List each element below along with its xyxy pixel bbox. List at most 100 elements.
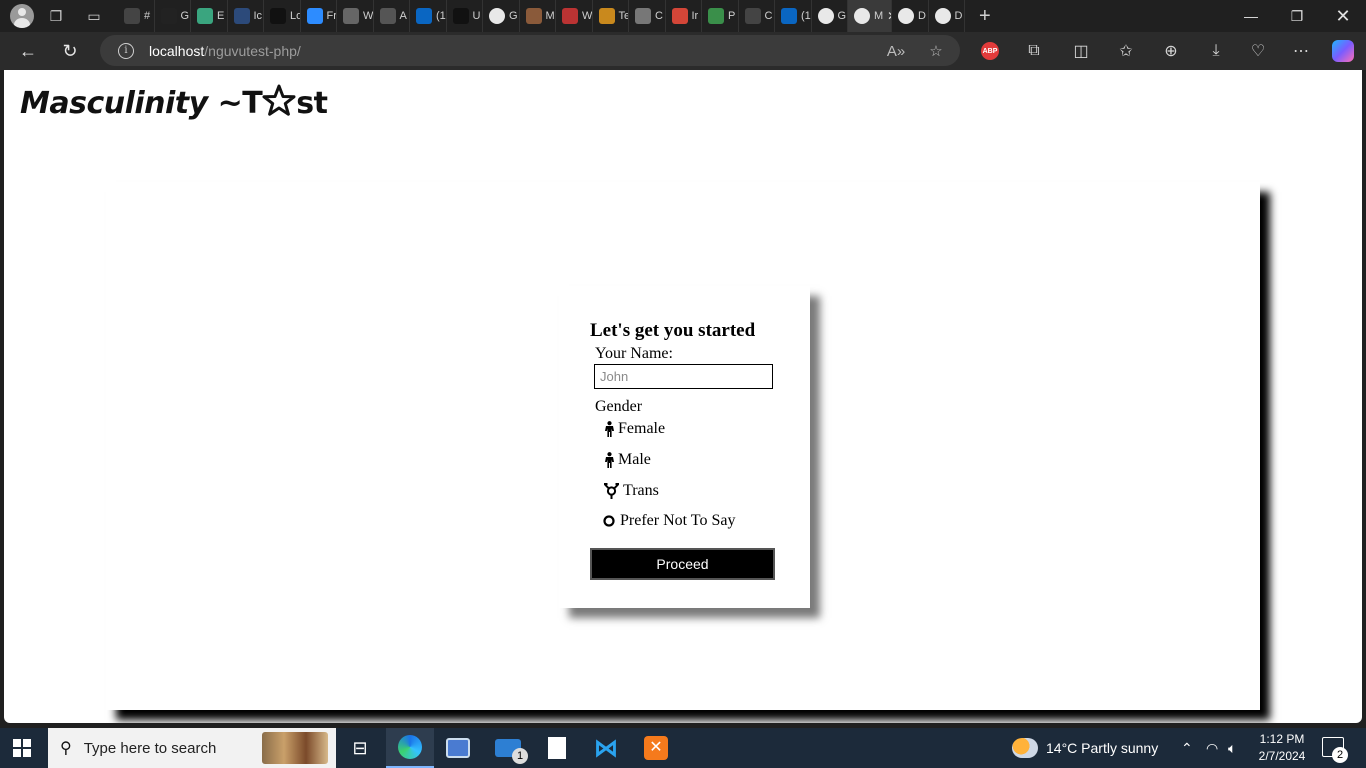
address-bar[interactable]: i localhost/nguvutest-php/ A» ☆ [100, 35, 960, 66]
gender-option-prefer-not-to-say[interactable]: Prefer Not To Say [602, 512, 735, 530]
browser-tab[interactable]: P [702, 0, 739, 32]
tab-title: P [728, 10, 736, 22]
browser-tab[interactable]: Ir [666, 0, 702, 32]
browser-tab[interactable]: # [118, 0, 155, 32]
code-icon [452, 8, 469, 24]
browser-tab[interactable]: A [374, 0, 410, 32]
browser-tab[interactable]: G [812, 0, 848, 32]
search-icon: ⚲ [60, 740, 72, 757]
tab-title: A [399, 10, 407, 22]
site-info-icon[interactable]: i [118, 42, 134, 59]
chatgpt-icon [197, 8, 213, 24]
gender-option-male[interactable]: Male [602, 451, 651, 469]
signup-form-card: Let's get you started Your Name: Gender … [559, 286, 810, 608]
favorite-star-icon[interactable]: ☆ [924, 39, 948, 63]
browser-tab[interactable]: G [483, 0, 520, 32]
github-icon [854, 8, 870, 24]
extensions-icon[interactable]: ⧉ [1019, 36, 1049, 66]
flag-icon [233, 8, 250, 24]
gender-option-trans[interactable]: Trans [602, 482, 659, 500]
windows-start-icon[interactable] [13, 739, 31, 757]
tab-title: E [217, 10, 225, 22]
read-aloud-icon[interactable]: A» [884, 39, 908, 63]
favorites-icon[interactable]: ✩ [1111, 36, 1141, 66]
workspaces-icon[interactable]: ❐ [42, 2, 70, 30]
taskbar-search[interactable]: ⚲ Type here to search [48, 728, 336, 768]
tab-title: M [545, 10, 555, 22]
remote-desktop-app-icon[interactable] [434, 728, 482, 768]
name-input[interactable] [594, 364, 773, 389]
downloads-icon[interactable]: ⤓ [1201, 36, 1231, 66]
settings-more-icon[interactable]: ⋯ [1286, 36, 1316, 66]
edge-app-icon[interactable] [386, 728, 434, 768]
browser-tab[interactable]: Fr [301, 0, 337, 32]
browser-tab[interactable]: C [739, 0, 775, 32]
tab-title: Te [618, 10, 629, 22]
volume-icon[interactable]: 🔈︎ [1228, 728, 1236, 768]
browser-tab[interactable]: W [337, 0, 374, 32]
tt-icon [160, 8, 177, 24]
browser-tab[interactable]: M [520, 0, 556, 32]
document-icon [343, 8, 359, 24]
browser-tab[interactable]: Te [593, 0, 629, 32]
back-icon[interactable]: ← [10, 35, 46, 67]
browser-tab[interactable]: W [556, 0, 593, 32]
notepad-app-icon[interactable] [533, 728, 581, 768]
tray-chevron-icon[interactable]: ⌃ [1181, 728, 1193, 768]
close-window-icon[interactable]: ✕ [1320, 0, 1366, 32]
gender-option-female[interactable]: Female [602, 420, 665, 438]
browser-tab[interactable]: G [155, 0, 191, 32]
proceed-button[interactable]: Proceed [590, 548, 775, 580]
taskbar-clock[interactable]: 1:12 PM 2/7/2024 [1252, 731, 1312, 765]
minimize-icon[interactable]: — [1228, 0, 1274, 32]
tab-title: W [363, 10, 374, 22]
xampp-app-icon[interactable]: ✕ [632, 728, 680, 768]
person-icon [602, 452, 616, 468]
browser-tab[interactable]: Lo [264, 0, 301, 32]
clock-date: 2/7/2024 [1258, 749, 1306, 763]
browser-tab[interactable]: D [892, 0, 929, 32]
tab-title: (1 [436, 10, 446, 22]
vscode-app-icon[interactable]: ⋈ [582, 728, 630, 768]
weather-text: 14°C Partly sunny [1046, 740, 1159, 756]
browser-tab[interactable]: C [629, 0, 666, 32]
browser-essentials-icon[interactable]: ♡ [1243, 36, 1273, 66]
wifi-icon[interactable]: ◠ [1206, 728, 1218, 768]
adblock-extension-icon[interactable]: ABP [975, 36, 1005, 66]
tab-actions-icon[interactable]: ▭ [80, 2, 108, 30]
weather-icon [1012, 738, 1038, 758]
browser-tab[interactable]: U [447, 0, 483, 32]
browser-tab[interactable]: (1 [410, 0, 447, 32]
pdf-icon [562, 8, 578, 24]
refresh-icon[interactable]: ↻ [52, 35, 88, 67]
clock-time: 1:12 PM [1259, 732, 1305, 746]
pinwheel-icon [708, 8, 724, 24]
page-viewport: Masculinity ~T st Let's get you started Y… [4, 70, 1362, 723]
gmail-icon [671, 8, 688, 24]
tab-title: D [954, 10, 963, 22]
browser-tab[interactable]: Ic [228, 0, 264, 32]
browser-tab[interactable]: (1 [775, 0, 812, 32]
url-text[interactable]: localhost/nguvutest-php/ [149, 43, 301, 59]
taskbar-search-placeholder: Type here to search [83, 739, 217, 757]
circle-icon [602, 515, 616, 527]
gender-option-label: Prefer Not To Say [620, 512, 736, 529]
github-icon [489, 8, 505, 24]
browser-tab[interactable]: D [929, 0, 965, 32]
weather-widget[interactable]: 14°C Partly sunny [1012, 728, 1158, 768]
mail-app-icon[interactable]: 1 [484, 728, 532, 768]
split-screen-icon[interactable]: ◫ [1066, 36, 1096, 66]
windows-taskbar: ⚲ Type here to search ⊟ 1 ⋈ ✕ 14°C Partl… [0, 728, 1366, 768]
copilot-icon[interactable] [1328, 36, 1358, 66]
browser-tab[interactable]: E [191, 0, 228, 32]
task-view-icon[interactable]: ⊟ [336, 728, 384, 768]
star-coin-icon [598, 8, 615, 24]
restore-icon[interactable]: ❐ [1274, 0, 1320, 32]
gender-label: Gender [595, 398, 643, 415]
content-panel: Let's get you started Your Name: Gender … [106, 182, 1260, 710]
new-tab-icon[interactable]: + [979, 5, 1001, 28]
tab-title: Lo [290, 10, 300, 22]
collections-icon[interactable]: ⊕ [1156, 36, 1186, 66]
browser-tab[interactable]: M✕ [848, 0, 892, 32]
profile-avatar-icon[interactable] [10, 4, 34, 28]
